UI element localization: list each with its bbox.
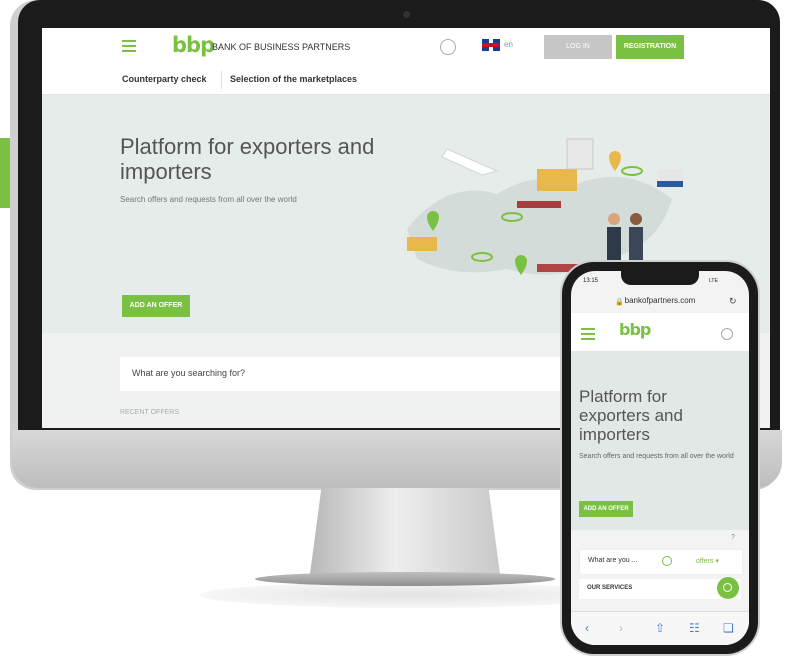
language-label[interactable]: en <box>504 40 513 49</box>
nav-marketplaces[interactable]: Selection of the marketplaces <box>230 74 357 84</box>
logo-tagline: BANK OF BUSINESS PARTNERS <box>212 42 351 52</box>
search-input[interactable]: What are you searching for? <box>120 357 570 391</box>
phone-notch <box>621 271 699 285</box>
reload-icon[interactable]: ↻ <box>729 296 737 307</box>
forward-icon[interactable]: › <box>619 621 623 635</box>
help-icon[interactable]: ? <box>731 534 735 541</box>
mobile-search-input[interactable]: What are you ... offers ▾ <box>579 549 743 575</box>
safari-toolbar: ‹ › ⇧ ☷ ❏ <box>571 611 749 645</box>
back-icon[interactable]: ‹ <box>585 621 589 635</box>
add-offer-button[interactable]: ADD AN OFFER <box>122 295 190 317</box>
bbp-logo[interactable]: bbp <box>619 320 651 339</box>
desktop-nav: Counterparty check Selection of the mark… <box>42 66 770 95</box>
login-button[interactable]: LOG IN <box>544 35 612 59</box>
camera-icon <box>403 11 410 18</box>
mobile-add-offer-button[interactable]: ADD AN OFFER <box>579 501 633 517</box>
hamburger-menu-icon[interactable] <box>581 328 595 340</box>
search-placeholder: What are you searching for? <box>132 368 246 378</box>
uk-flag-icon[interactable] <box>482 39 500 51</box>
nav-divider <box>221 71 222 89</box>
mobile-hero-title: Platform for exporters and importers <box>579 387 683 444</box>
tabs-icon[interactable]: ❏ <box>723 621 734 635</box>
recent-offers-heading: RECENT OFFERS <box>120 409 179 416</box>
status-carrier: LTE <box>709 278 718 284</box>
imac-stand <box>310 488 500 574</box>
hero-subtitle: Search offers and requests from all over… <box>120 195 297 204</box>
chat-fab-icon[interactable] <box>717 577 739 599</box>
chat-icon[interactable] <box>440 39 456 55</box>
desktop-header: bbp BANK OF BUSINESS PARTNERS en LOG IN … <box>42 28 770 67</box>
imac-stand-base <box>255 572 555 586</box>
bookmarks-icon[interactable]: ☷ <box>689 621 700 635</box>
mobile-hero-subtitle: Search offers and requests from all over… <box>579 453 734 460</box>
hero-title: Platform for exporters and importers <box>120 134 375 184</box>
status-time: 13:15 <box>583 278 599 284</box>
chat-icon[interactable] <box>721 328 733 340</box>
address-bar[interactable]: bankofpartners.com <box>577 296 743 310</box>
nav-counterparty-check[interactable]: Counterparty check <box>122 74 207 84</box>
search-icon[interactable] <box>662 556 672 566</box>
mobile-header: bbp <box>571 313 749 352</box>
mobile-screen: 13:15 LTE 🔒 bankofpartners.com ↻ bbp Pla… <box>571 271 749 645</box>
mobile-search-placeholder: What are you ... <box>588 557 638 564</box>
phone-frame: 13:15 LTE 🔒 bankofpartners.com ↻ bbp Pla… <box>562 262 758 654</box>
bbp-logo[interactable]: bbp <box>172 33 215 57</box>
search-scope-select[interactable]: offers ▾ <box>696 557 719 565</box>
mobile-hero: Platform for exporters and importers Sea… <box>571 352 749 530</box>
our-services-label: OUR SERVICES <box>587 585 633 591</box>
share-icon[interactable]: ⇧ <box>655 621 665 635</box>
hamburger-menu-icon[interactable] <box>122 40 136 52</box>
registration-button[interactable]: REGISTRATION <box>616 35 684 59</box>
